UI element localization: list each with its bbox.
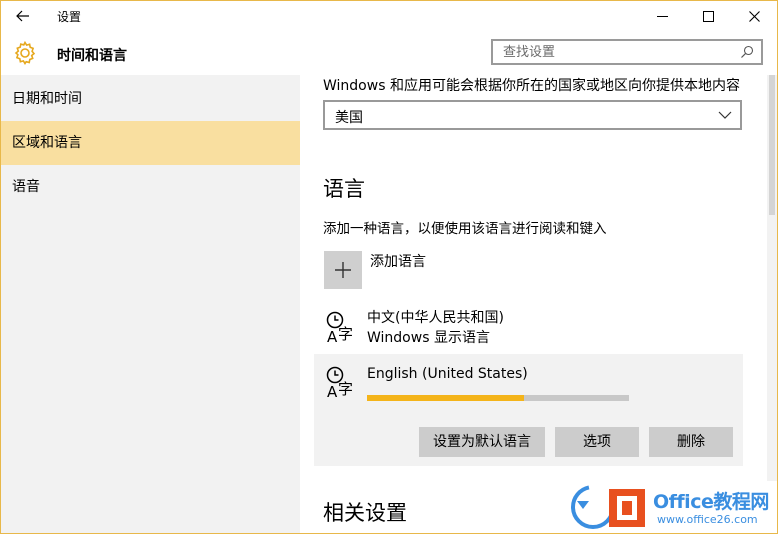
sidebar-item-label: 语音 — [12, 179, 40, 195]
watermark-brand: Office教程网 — [653, 491, 769, 513]
country-dropdown[interactable]: 美国 — [323, 100, 742, 130]
svg-text:A: A — [327, 328, 338, 345]
scrollbar[interactable] — [767, 75, 777, 533]
language-name-chinese[interactable]: 中文(中华人民共和国) — [367, 307, 504, 327]
remove-button[interactable]: 删除 — [649, 427, 733, 457]
main-content: Windows 和应用可能会根据你所在的国家或地区向你提供本地内容 美国 语言 … — [300, 75, 767, 533]
window-title: 设置 — [57, 10, 82, 24]
sidebar-item-label: 日期和时间 — [12, 91, 82, 107]
search-input[interactable] — [493, 41, 743, 63]
language-item-english[interactable]: A 字 English (United States) 设置为默认语言 选项 删… — [314, 354, 743, 466]
search-box[interactable] — [491, 39, 763, 65]
country-selected-value: 美国 — [335, 110, 363, 126]
download-progress-fill — [367, 395, 525, 401]
sidebar-item-date-time[interactable]: 日期和时间 — [1, 77, 300, 121]
chevron-down-icon — [718, 111, 732, 119]
title-bar: 设置 — [1, 1, 777, 31]
maximize-button[interactable] — [685, 1, 731, 31]
language-icon: A 字 — [326, 311, 353, 345]
back-button[interactable] — [9, 5, 37, 27]
minimize-button[interactable] — [639, 1, 685, 31]
gear-icon — [14, 40, 36, 65]
language-description: 添加一种语言，以便使用该语言进行阅读和键入 — [323, 221, 607, 237]
sidebar-item-label: 区域和语言 — [12, 135, 82, 151]
region-description: Windows 和应用可能会根据你所在的国家或地区向你提供本地内容 — [323, 78, 740, 94]
page-header: 时间和语言 — [1, 31, 777, 75]
close-button[interactable] — [731, 1, 777, 31]
plus-icon — [335, 262, 351, 278]
add-language-label[interactable]: 添加语言 — [370, 251, 426, 271]
sidebar-item-speech[interactable]: 语音 — [1, 165, 300, 209]
page-title: 时间和语言 — [57, 48, 127, 64]
download-progress-bar — [367, 395, 629, 401]
language-subtitle-chinese: Windows 显示语言 — [367, 330, 490, 346]
scroll-thumb[interactable] — [769, 75, 775, 215]
sidebar: 日期和时间 区域和语言 语音 — [1, 75, 300, 533]
watermark-logo: Office教程网 www.office26.com — [567, 481, 777, 533]
svg-text:A: A — [327, 383, 338, 400]
svg-text:字: 字 — [338, 380, 353, 398]
search-icon[interactable] — [739, 44, 755, 60]
add-language-button[interactable] — [324, 251, 362, 289]
minimize-icon — [656, 15, 668, 17]
language-icon: A 字 — [326, 366, 353, 400]
related-settings-title: 相关设置 — [323, 501, 407, 525]
language-section-title: 语言 — [323, 177, 365, 201]
office-logo-icon — [571, 485, 645, 529]
language-name-english: English (United States) — [367, 366, 528, 382]
close-icon — [748, 10, 760, 22]
sidebar-item-region-language[interactable]: 区域和语言 — [1, 121, 300, 165]
options-button[interactable]: 选项 — [555, 427, 639, 457]
maximize-icon — [702, 10, 714, 22]
back-arrow-icon — [16, 10, 29, 22]
watermark-url: www.office26.com — [657, 513, 758, 526]
set-default-language-button[interactable]: 设置为默认语言 — [419, 427, 545, 457]
settings-window: 设置 时间和语言 日期和时间 区域和语言 语 — [0, 0, 778, 534]
svg-text:字: 字 — [338, 325, 353, 343]
